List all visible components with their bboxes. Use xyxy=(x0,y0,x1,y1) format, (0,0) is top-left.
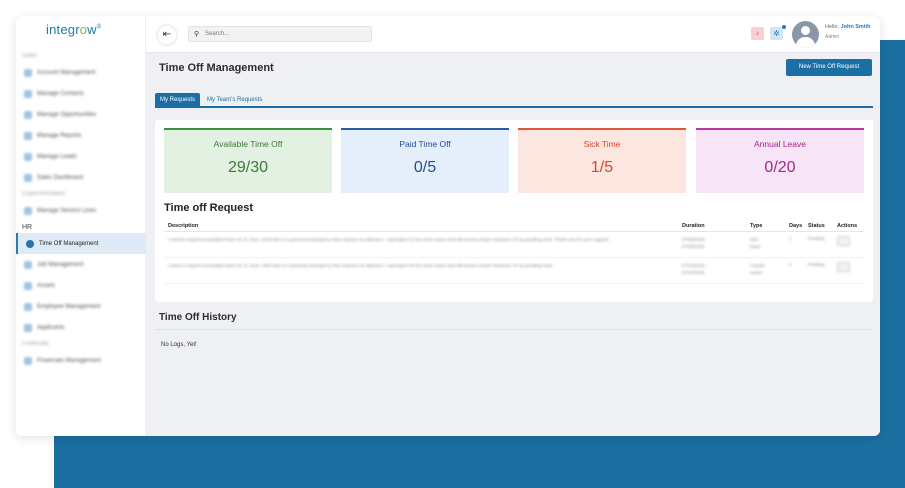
gear-icon[interactable]: ✲ xyxy=(770,27,783,40)
table-row: I need to request immediate leave for 11… xyxy=(164,258,864,284)
sidebar-item-job-management[interactable]: Job Management xyxy=(16,254,146,275)
app-window: integrow® Sales Account Management Manag… xyxy=(16,16,880,436)
row-action-button[interactable] xyxy=(837,262,850,272)
bell-icon[interactable]: ♪ xyxy=(751,27,764,40)
col-type: Type xyxy=(750,223,763,229)
new-time-off-request-button[interactable]: New Time Off Request xyxy=(786,59,872,76)
col-days: Days xyxy=(789,223,803,229)
col-description: Description xyxy=(168,223,199,229)
stat-card-paid: Paid Time Off 0/5 xyxy=(341,128,509,193)
search-input[interactable]: ⚲ Search... xyxy=(188,26,372,42)
row-action-button[interactable] xyxy=(837,236,850,246)
sidebar-item-applicants[interactable]: Applicants xyxy=(16,317,146,338)
col-status: Status xyxy=(808,223,825,229)
leads-icon xyxy=(24,152,32,161)
sidebar-item-sales-dashboard[interactable]: Sales Dashboard xyxy=(16,167,146,188)
sidebar-section-label: Sales xyxy=(22,53,38,59)
sidebar-item-assets[interactable]: Assets xyxy=(16,275,146,296)
financials-icon xyxy=(24,356,32,365)
stat-card-available: Available Time Off 29/30 xyxy=(164,128,332,193)
user-role: Admin xyxy=(825,34,840,40)
topbar: ⇤ ⚲ Search... ♪ ✲ Hello, John Smith Admin xyxy=(146,16,880,53)
sidebar-item-account-management[interactable]: Account Management xyxy=(16,62,146,83)
service-icon xyxy=(24,206,32,215)
sidebar-item-manage-contacts[interactable]: Manage Contacts xyxy=(16,83,146,104)
collapse-menu-button[interactable]: ⇤ xyxy=(158,26,176,44)
stat-card-annual: Annual Leave 0/20 xyxy=(696,128,864,193)
table-header: Description Duration Type Days Status Ac… xyxy=(164,220,864,232)
sidebar-section-label: Experimentation xyxy=(22,191,66,197)
user-greeting: Hello, John Smith xyxy=(825,24,871,30)
request-table-title: Time off Request xyxy=(164,202,254,214)
tab-my-teams-requests[interactable]: My Team's Requests xyxy=(202,93,267,108)
job-icon xyxy=(24,260,32,269)
page-title: Time Off Management xyxy=(159,62,274,74)
sidebar-section-label-hr: HR xyxy=(22,224,33,231)
employee-icon xyxy=(24,302,32,311)
request-table: Description Duration Type Days Status Ac… xyxy=(164,220,864,284)
divider xyxy=(155,329,873,330)
main-content: ⇤ ⚲ Search... ♪ ✲ Hello, John Smith Admin… xyxy=(146,16,880,436)
sidebar-item-manage-reports[interactable]: Manage Reports xyxy=(16,125,146,146)
tab-bar: My Requests My Team's Requests xyxy=(155,91,873,108)
sidebar-item-manage-opportunities[interactable]: Manage Opportunities xyxy=(16,104,146,125)
assets-icon xyxy=(24,281,32,290)
avatar[interactable] xyxy=(792,21,819,48)
stat-card-sick: Sick Time 1/5 xyxy=(518,128,686,193)
history-empty-text: No Logs, Yet! xyxy=(161,342,197,348)
history-title: Time Off History xyxy=(159,312,237,323)
opportunities-icon xyxy=(24,110,32,119)
sidebar-item-financials[interactable]: Financials Management xyxy=(16,350,146,371)
sidebar-item-service-lines[interactable]: Manage Service Lines xyxy=(16,200,146,221)
col-duration: Duration xyxy=(682,223,705,229)
sidebar-nav: Sales Account Management Manage Contacts… xyxy=(16,50,146,371)
dashboard-icon xyxy=(24,173,32,182)
sidebar-item-time-off-management[interactable]: Time Off Management xyxy=(16,233,146,254)
requests-panel: Available Time Off 29/30 Paid Time Off 0/5… xyxy=(155,120,873,302)
sidebar: integrow® Sales Account Management Manag… xyxy=(16,16,146,436)
sidebar-item-manage-leads[interactable]: Manage Leads xyxy=(16,146,146,167)
search-icon: ⚲ xyxy=(194,31,200,38)
tab-my-requests[interactable]: My Requests xyxy=(155,93,201,108)
reports-icon xyxy=(24,131,32,140)
smile-icon xyxy=(26,239,34,248)
contacts-icon xyxy=(24,89,32,98)
sidebar-item-employee-management[interactable]: Employee Management xyxy=(16,296,146,317)
notification-dot xyxy=(782,25,786,29)
applicants-icon xyxy=(24,323,32,332)
account-icon xyxy=(24,68,32,77)
table-row: I need to request immediate leave for 11… xyxy=(164,232,864,258)
logo: integrow® xyxy=(46,22,102,37)
col-actions: Actions xyxy=(837,223,858,229)
sidebar-section-label: Financials xyxy=(22,341,50,347)
